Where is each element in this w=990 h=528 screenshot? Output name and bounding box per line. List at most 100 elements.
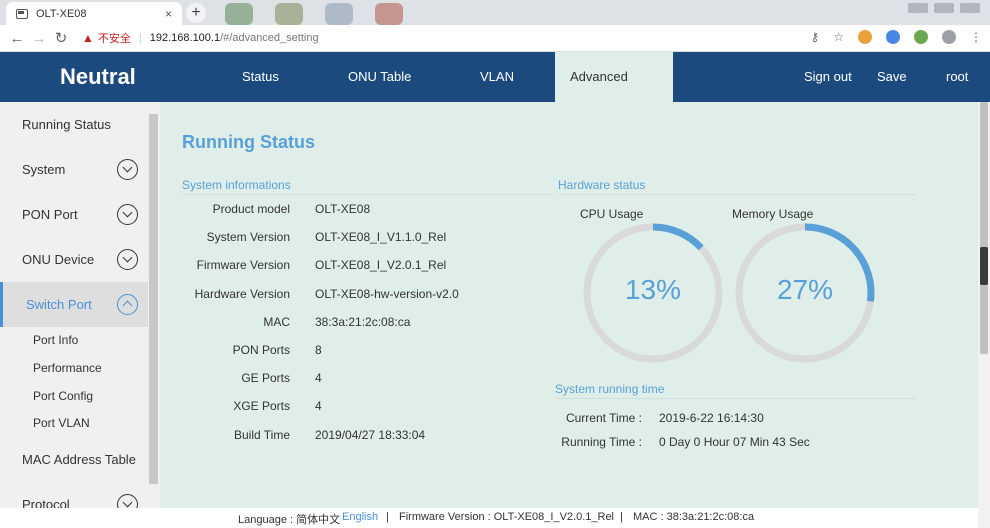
footer: Language : 简体中文 English | Firmware Versi… — [0, 508, 978, 528]
current-time-value: 2019-6-22 16:14:30 — [659, 411, 764, 425]
sidebar-item-label: System — [22, 162, 66, 177]
nav-status[interactable]: Status — [242, 52, 279, 102]
scrollbar-thumb[interactable] — [980, 102, 988, 354]
chevron-down-icon[interactable] — [117, 159, 138, 180]
window-controls[interactable] — [908, 3, 980, 13]
app-header: Neutral Status ONU Table VLAN Advanced s… — [0, 52, 990, 134]
page-scrollbar[interactable] — [978, 102, 990, 528]
extension-icon[interactable] — [858, 30, 872, 44]
sidebar-scrollbar[interactable] — [149, 114, 158, 484]
info-value: 38:3a:21:2c:08:ca — [315, 314, 411, 329]
close-window-icon[interactable] — [960, 3, 980, 13]
sidebar-subitem-performance[interactable]: Performance — [33, 361, 102, 375]
omnibox-divider: | — [138, 32, 142, 44]
info-label: Product model — [212, 202, 290, 216]
key-icon[interactable]: ⚷ — [810, 30, 819, 44]
nav-vlan[interactable]: VLAN — [480, 52, 514, 102]
info-label: Hardware Version — [194, 286, 290, 301]
sidebar-item-mac-address-table[interactable]: MAC Address Table — [0, 437, 148, 482]
info-label: XGE Ports — [233, 399, 290, 414]
info-label: MAC — [263, 314, 290, 329]
url-host: 192.168.100.1 — [149, 32, 221, 44]
new-tab-button[interactable]: + — [186, 3, 206, 23]
sidebar-item-label: Switch Port — [26, 297, 92, 312]
minimize-icon[interactable] — [908, 3, 928, 13]
language-label: Language : 简体中文 — [238, 514, 341, 526]
sidebar: Running Status System PON Port ONU Devic… — [0, 102, 160, 528]
divider — [558, 194, 916, 195]
cpu-usage-label: CPU Usage — [580, 207, 644, 221]
info-value: OLT-XE08_I_V2.0.1_Rel — [315, 258, 447, 273]
chevron-down-icon[interactable] — [117, 204, 138, 225]
footer-divider: | — [386, 511, 389, 523]
current-time-label: Current Time : — [565, 411, 642, 425]
info-label: System Version — [206, 230, 290, 245]
info-value: OLT-XE08-hw-version-v2.0 — [315, 286, 459, 301]
running-time-value: 0 Day 0 Hour 07 Min 43 Sec — [659, 435, 810, 449]
forward-icon[interactable]: → — [28, 30, 50, 47]
nav-onu-table[interactable]: ONU Table — [348, 52, 411, 102]
browser-tab-bar: OLT-XE08 × + — [0, 0, 990, 25]
close-tab-icon[interactable]: × — [165, 7, 172, 21]
info-label: PON Ports — [232, 343, 290, 357]
browser-tab[interactable]: OLT-XE08 × — [6, 2, 182, 25]
scrollbar-marker — [980, 247, 988, 285]
address-bar: ← → ↻ ▲ 不安全 | 192.168.100.1 /#/advanced_… — [0, 25, 990, 52]
sidebar-subitem-port-info[interactable]: Port Info — [33, 333, 78, 347]
save-button[interactable]: Save — [877, 52, 907, 102]
taskbar-blur — [225, 3, 403, 25]
sidebar-item-label: ONU Device — [22, 252, 95, 267]
info-label: Build Time — [233, 427, 290, 442]
maximize-icon[interactable] — [934, 3, 954, 13]
sidebar-item-onu-device[interactable]: ONU Device — [0, 237, 148, 282]
sidebar-item-label: Running Status — [22, 117, 111, 132]
browser-actions: ⚷ ☆ ⋮ — [810, 30, 982, 44]
info-label: GE Ports — [241, 371, 290, 386]
sidebar-item-system[interactable]: System — [0, 147, 148, 192]
back-icon[interactable]: ← — [6, 30, 28, 47]
url-path: /#/advanced_setting — [220, 32, 319, 44]
chevron-up-icon[interactable] — [117, 294, 138, 315]
info-value: 2019/04/27 18:33:04 — [315, 427, 426, 442]
reload-icon[interactable]: ↻ — [50, 29, 72, 47]
memory-usage-value: 27% — [776, 274, 834, 305]
system-info-heading: System informations — [182, 178, 291, 192]
extension2-icon[interactable] — [914, 30, 928, 44]
sidebar-item-running-status[interactable]: Running Status — [0, 102, 148, 147]
divider — [182, 194, 552, 195]
info-value: 4 — [315, 371, 322, 386]
tab-title: OLT-XE08 — [36, 7, 87, 20]
warning-icon: ▲ — [82, 31, 94, 45]
info-value: 8 — [315, 343, 322, 357]
language-english-link[interactable]: English — [342, 511, 378, 523]
chevron-down-icon[interactable] — [117, 249, 138, 270]
menu-icon[interactable]: ⋮ — [970, 30, 982, 44]
nav-advanced-setting[interactable]: Advanced setting — [555, 52, 673, 134]
main-content: Running Status System informations Produ… — [160, 102, 978, 528]
sidebar-subitem-port-config[interactable]: Port Config — [33, 389, 93, 403]
sign-out-button[interactable]: Sign out — [804, 52, 852, 102]
favicon-icon — [16, 8, 28, 19]
info-value: OLT-XE08 — [315, 202, 371, 216]
page-title: Running Status — [182, 132, 315, 152]
user-menu[interactable]: root — [946, 52, 968, 102]
sidebar-item-label: MAC Address Table — [22, 452, 136, 467]
info-value: 4 — [315, 399, 322, 414]
star-icon[interactable]: ☆ — [833, 30, 844, 44]
divider — [555, 398, 916, 399]
translate-icon[interactable] — [886, 30, 900, 44]
sidebar-item-pon-port[interactable]: PON Port — [0, 192, 148, 237]
url-field[interactable]: ▲ 不安全 | 192.168.100.1 /#/advanced_settin… — [82, 30, 319, 46]
sidebar-item-label: PON Port — [22, 207, 78, 222]
sidebar-item-switch-port[interactable]: Switch Port — [0, 282, 148, 327]
footer-divider: | — [620, 511, 623, 523]
hardware-status-heading: Hardware status — [558, 178, 646, 192]
cpu-usage-value: 13% — [624, 274, 682, 305]
running-time-heading: System running time — [555, 382, 665, 396]
info-value: OLT-XE08_I_V1.1.0_Rel — [315, 230, 447, 245]
brand-logo: Neutral — [60, 64, 136, 89]
sidebar-subitem-port-vlan[interactable]: Port VLAN — [33, 416, 90, 430]
footer-mac: MAC : 38:3a:21:2c:08:ca — [633, 511, 755, 523]
running-time-label: Running Time : — [561, 435, 642, 449]
profile-avatar[interactable] — [942, 30, 956, 44]
